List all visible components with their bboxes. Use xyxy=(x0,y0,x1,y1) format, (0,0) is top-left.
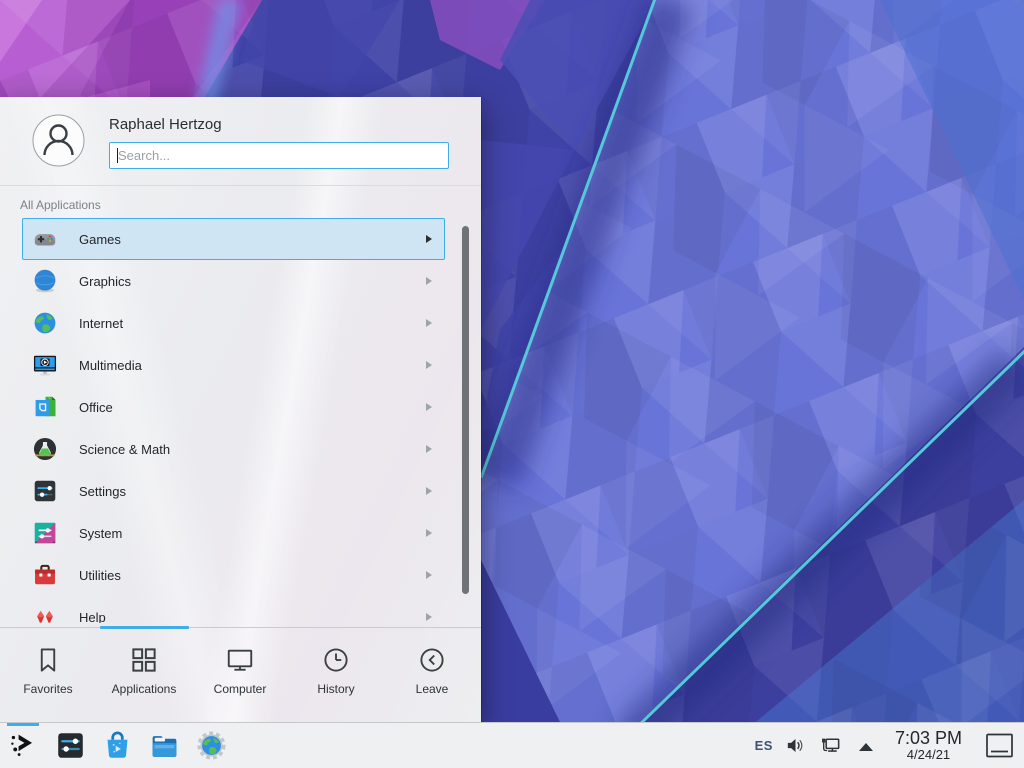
volume-icon[interactable] xyxy=(784,734,808,758)
launcher-button[interactable] xyxy=(6,723,40,768)
help-icon xyxy=(32,604,58,623)
user-name: Raphael Hertzog xyxy=(109,116,449,133)
discover-task[interactable] xyxy=(100,723,134,768)
system-settings-task[interactable] xyxy=(53,723,87,768)
file-manager-task[interactable] xyxy=(147,723,181,768)
search-input[interactable] xyxy=(109,142,449,169)
list-scrollbar[interactable] xyxy=(462,226,469,594)
active-tab-indicator xyxy=(100,626,189,629)
submenu-arrow-icon xyxy=(426,361,432,369)
category-row-science-math[interactable]: Science & Math xyxy=(22,428,445,470)
computer-icon xyxy=(225,645,255,675)
web-browser-icon xyxy=(196,730,227,761)
discover-icon xyxy=(102,730,133,761)
submenu-arrow-icon xyxy=(426,529,432,537)
category-row-settings[interactable]: Settings xyxy=(22,470,445,512)
category-row-games[interactable]: Games xyxy=(22,218,445,260)
expand-tray-icon[interactable] xyxy=(854,734,878,758)
launcher-tab-bar: Favorites Applications Computer History xyxy=(0,627,481,722)
gamepad-icon xyxy=(32,226,58,252)
submenu-arrow-icon xyxy=(426,277,432,285)
application-launcher-menu: Raphael Hertzog All Applications Games xyxy=(0,97,481,722)
category-row-help[interactable]: Help xyxy=(22,596,445,623)
system-settings-icon xyxy=(55,730,86,761)
clock-time: 7:03 PM xyxy=(895,729,962,748)
show-desktop-button[interactable] xyxy=(985,732,1014,759)
category-row-utilities[interactable]: Utilities xyxy=(22,554,445,596)
tab-history[interactable]: History xyxy=(288,628,384,722)
taskbar: ES 7:03 PM 4/24/21 xyxy=(0,722,1024,768)
network-icon[interactable] xyxy=(819,734,843,758)
file-manager-icon xyxy=(149,730,180,761)
category-row-multimedia[interactable]: Multimedia xyxy=(22,344,445,386)
section-label: All Applications xyxy=(0,186,481,218)
tab-applications[interactable]: Applications xyxy=(96,628,192,722)
monitor-play-icon xyxy=(32,352,58,378)
user-avatar-icon[interactable] xyxy=(32,114,85,167)
text-caret xyxy=(117,148,118,163)
bookmark-icon xyxy=(33,645,63,675)
web-browser-task[interactable] xyxy=(194,723,228,768)
keyboard-layout-indicator[interactable]: ES xyxy=(755,738,773,753)
clock-date: 4/24/21 xyxy=(895,748,962,762)
toolbox-icon xyxy=(32,562,58,588)
submenu-arrow-icon xyxy=(426,403,432,411)
submenu-arrow-icon xyxy=(426,445,432,453)
flask-icon xyxy=(32,436,58,462)
active-task-indicator xyxy=(7,723,39,726)
submenu-arrow-icon xyxy=(426,613,432,621)
category-list: Games Graphics Internet xyxy=(0,218,481,623)
submenu-arrow-icon xyxy=(426,571,432,579)
tab-computer[interactable]: Computer xyxy=(192,628,288,722)
kali-menu-icon xyxy=(8,730,39,761)
leave-icon xyxy=(417,645,447,675)
sphere-icon xyxy=(32,268,58,294)
launcher-header: Raphael Hertzog xyxy=(0,97,481,186)
documents-icon xyxy=(32,394,58,420)
system-icon xyxy=(32,520,58,546)
submenu-arrow-icon xyxy=(426,319,432,327)
history-icon xyxy=(321,645,351,675)
submenu-arrow-icon xyxy=(426,235,432,243)
globe-icon xyxy=(32,310,58,336)
tab-favorites[interactable]: Favorites xyxy=(0,628,96,722)
submenu-arrow-icon xyxy=(426,487,432,495)
show-desktop-icon xyxy=(985,732,1014,759)
digital-clock[interactable]: 7:03 PM 4/24/21 xyxy=(895,729,962,762)
sliders-icon xyxy=(32,478,58,504)
category-row-internet[interactable]: Internet xyxy=(22,302,445,344)
category-row-system[interactable]: System xyxy=(22,512,445,554)
grid-icon xyxy=(129,645,159,675)
category-row-office[interactable]: Office xyxy=(22,386,445,428)
category-row-graphics[interactable]: Graphics xyxy=(22,260,445,302)
tab-leave[interactable]: Leave xyxy=(384,628,480,722)
